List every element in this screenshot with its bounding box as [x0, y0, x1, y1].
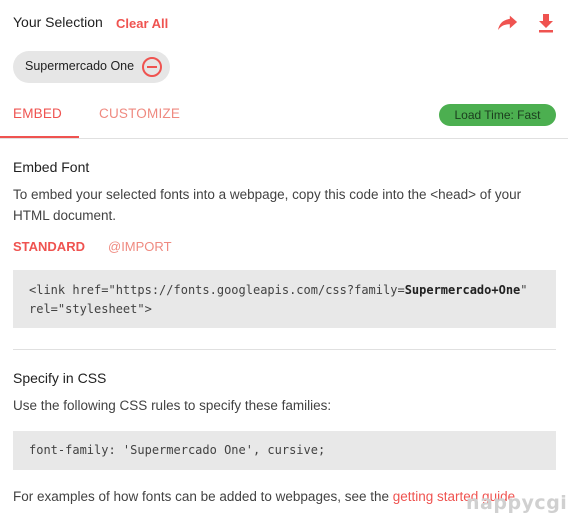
specify-css-heading: Specify in CSS — [13, 370, 107, 386]
css-description: Use the following CSS rules to specify t… — [13, 398, 332, 413]
watermark: nappycgi — [466, 492, 568, 514]
load-time-badge: Load Time: Fast — [439, 104, 556, 126]
tab-standard[interactable]: STANDARD — [13, 239, 85, 254]
share-arrow-icon[interactable] — [497, 12, 519, 32]
active-tab-indicator — [0, 136, 79, 138]
font-chip-label: Supermercado One — [25, 59, 135, 73]
embed-font-heading: Embed Font — [13, 159, 90, 175]
embed-code-block[interactable]: <link href="https://fonts.googleapis.com… — [13, 270, 556, 328]
tab-customize[interactable]: CUSTOMIZE — [99, 106, 180, 121]
remove-circle-icon[interactable] — [141, 56, 163, 78]
font-chip: Supermercado One — [13, 51, 170, 83]
css-rule-line: font-family: 'Supermercado One', cursive… — [29, 443, 326, 457]
tab-embed[interactable]: EMBED — [13, 106, 62, 121]
css-code-block[interactable]: font-family: 'Supermercado One', cursive… — [13, 431, 556, 470]
download-icon[interactable] — [536, 12, 556, 34]
section-divider — [13, 349, 556, 350]
embed-description: To embed your selected fonts into a webp… — [13, 187, 522, 223]
selection-header: Your Selection Clear All — [0, 0, 568, 46]
selection-title: Your Selection — [13, 14, 103, 30]
embed-code-line-1: <link href="https://fonts.googleapis.com… — [29, 283, 528, 297]
clear-all-button[interactable]: Clear All — [116, 16, 168, 31]
tab-bar: EMBED CUSTOMIZE Load Time: Fast — [0, 92, 568, 139]
tab-import[interactable]: @IMPORT — [108, 239, 172, 254]
embed-code-family: Supermercado+One — [404, 283, 521, 297]
embed-code-line-2: rel="stylesheet"> — [29, 302, 152, 316]
